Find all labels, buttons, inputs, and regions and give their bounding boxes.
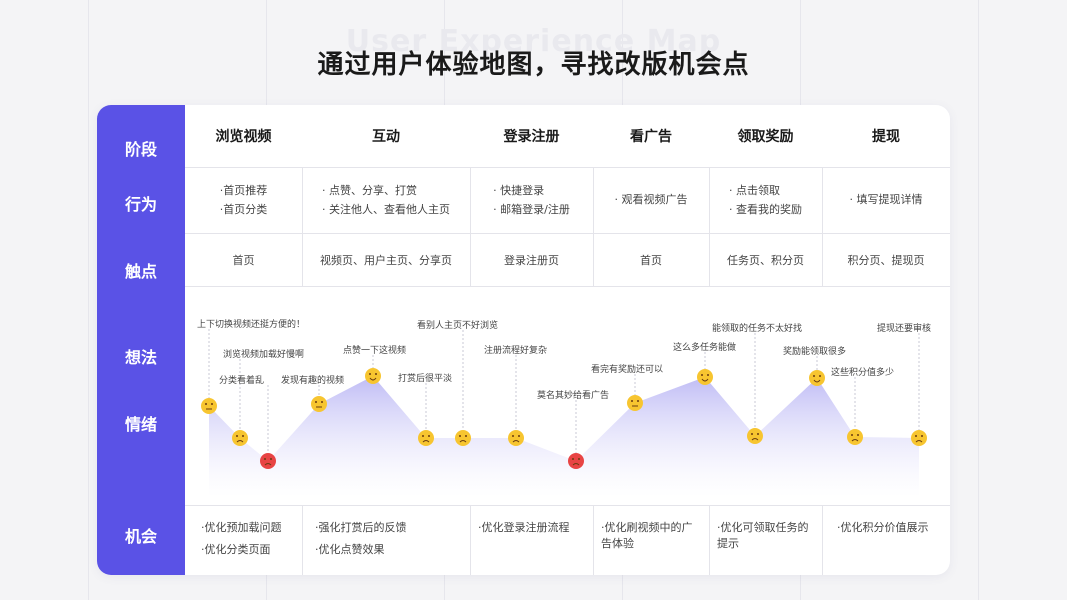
face-eye — [428, 435, 430, 437]
face-eye — [270, 458, 272, 460]
opportunity-cell: ·优化预加载问题 ·优化分类页面 — [201, 520, 301, 564]
face-eye — [915, 435, 917, 437]
face-eye — [465, 435, 467, 437]
opportunity-item: 告体验 — [601, 537, 634, 550]
happy-face-icon — [697, 369, 713, 385]
opportunity-item: ·优化刷视频中的广 — [601, 521, 693, 534]
face-eye — [205, 403, 207, 405]
thought-label: 看别人主页不好浏览 — [417, 321, 499, 331]
thought-label: 提现还要审核 — [877, 324, 932, 334]
face-eye — [375, 373, 377, 375]
face-eye — [422, 435, 424, 437]
opportunity-cell: ·强化打赏后的反馈 ·优化点赞效果 — [315, 520, 465, 564]
face-eye — [242, 435, 244, 437]
face-eye — [637, 400, 639, 402]
angry-face-icon — [260, 453, 276, 469]
face-eye — [264, 458, 266, 460]
happy-face-icon — [365, 368, 381, 384]
face-eye — [851, 434, 853, 436]
opportunity-item: ·优化点赞效果 — [315, 543, 385, 556]
face-eye — [751, 433, 753, 435]
angry-face-icon — [568, 453, 584, 469]
face-eye — [572, 458, 574, 460]
unhappy-face-icon — [847, 429, 863, 445]
opportunity-item: ·优化登录注册流程 — [478, 521, 570, 534]
thought-label: 注册流程好复杂 — [484, 346, 548, 356]
opportunity-cell: ·优化可领取任务的 提示 — [717, 520, 820, 552]
opportunity-item: ·优化预加载问题 — [201, 521, 282, 534]
face-eye — [757, 433, 759, 435]
thought-label: 浏览视频加载好慢啊 — [223, 350, 305, 360]
opportunity-item: 提示 — [717, 537, 739, 550]
face-eye — [211, 403, 213, 405]
face-eye — [707, 374, 709, 376]
face-eye — [857, 434, 859, 436]
thought-label: 这么多任务能做 — [673, 343, 737, 353]
page-title: 通过用户体验地图，寻找改版机会点 — [317, 50, 750, 80]
unhappy-face-icon — [418, 430, 434, 446]
thought-label: 能领取的任务不太好找 — [712, 324, 803, 334]
opportunity-cell: ·优化登录注册流程 — [478, 520, 590, 542]
face-eye — [921, 435, 923, 437]
neutral-face-icon — [311, 396, 327, 412]
face-eye — [631, 400, 633, 402]
face-eye — [459, 435, 461, 437]
face-eye — [701, 374, 703, 376]
face-eye — [518, 435, 520, 437]
thought-label: 看完有奖励还可以 — [591, 365, 664, 375]
opportunity-item: ·强化打赏后的反馈 — [315, 521, 407, 534]
opportunity-item: ·优化分类页面 — [201, 543, 271, 556]
face-eye — [321, 401, 323, 403]
thought-label: 发现有趣的视频 — [281, 376, 345, 386]
journey-map-card: 阶段 行为 触点 想法 情绪 机会 浏览视频 互动 登录注册 看广告 领取奖励 … — [97, 105, 950, 575]
unhappy-face-icon — [747, 428, 763, 444]
face-eye — [512, 435, 514, 437]
thought-label: 奖励能领取很多 — [783, 347, 847, 357]
emotion-curve — [201, 329, 927, 497]
face-eye — [369, 373, 371, 375]
unhappy-face-icon — [232, 430, 248, 446]
face-eye — [236, 435, 238, 437]
unhappy-face-icon — [508, 430, 524, 446]
thought-label: 打赏后很平淡 — [398, 374, 453, 384]
happy-face-icon — [809, 370, 825, 386]
unhappy-face-icon — [455, 430, 471, 446]
thought-label: 上下切换视频还挺方便的！ — [197, 320, 306, 330]
face-eye — [813, 375, 815, 377]
thought-label: 这些积分值多少 — [831, 368, 895, 378]
face-eye — [315, 401, 317, 403]
thought-label: 分类看着乱 — [219, 376, 265, 386]
face-eye — [578, 458, 580, 460]
opportunity-cell: ·优化刷视频中的广 告体验 — [601, 520, 706, 552]
unhappy-face-icon — [911, 430, 927, 446]
face-eye — [819, 375, 821, 377]
neutral-face-icon — [627, 395, 643, 411]
opportunity-item: ·优化可领取任务的 — [717, 521, 809, 534]
thought-label: 莫名其妙给看广告 — [537, 391, 610, 401]
opportunity-cell: ·优化积分价值展示 — [837, 520, 947, 542]
thought-label: 点赞一下这视频 — [343, 346, 407, 356]
opportunity-item: ·优化积分价值展示 — [837, 521, 929, 534]
neutral-face-icon — [201, 398, 217, 414]
